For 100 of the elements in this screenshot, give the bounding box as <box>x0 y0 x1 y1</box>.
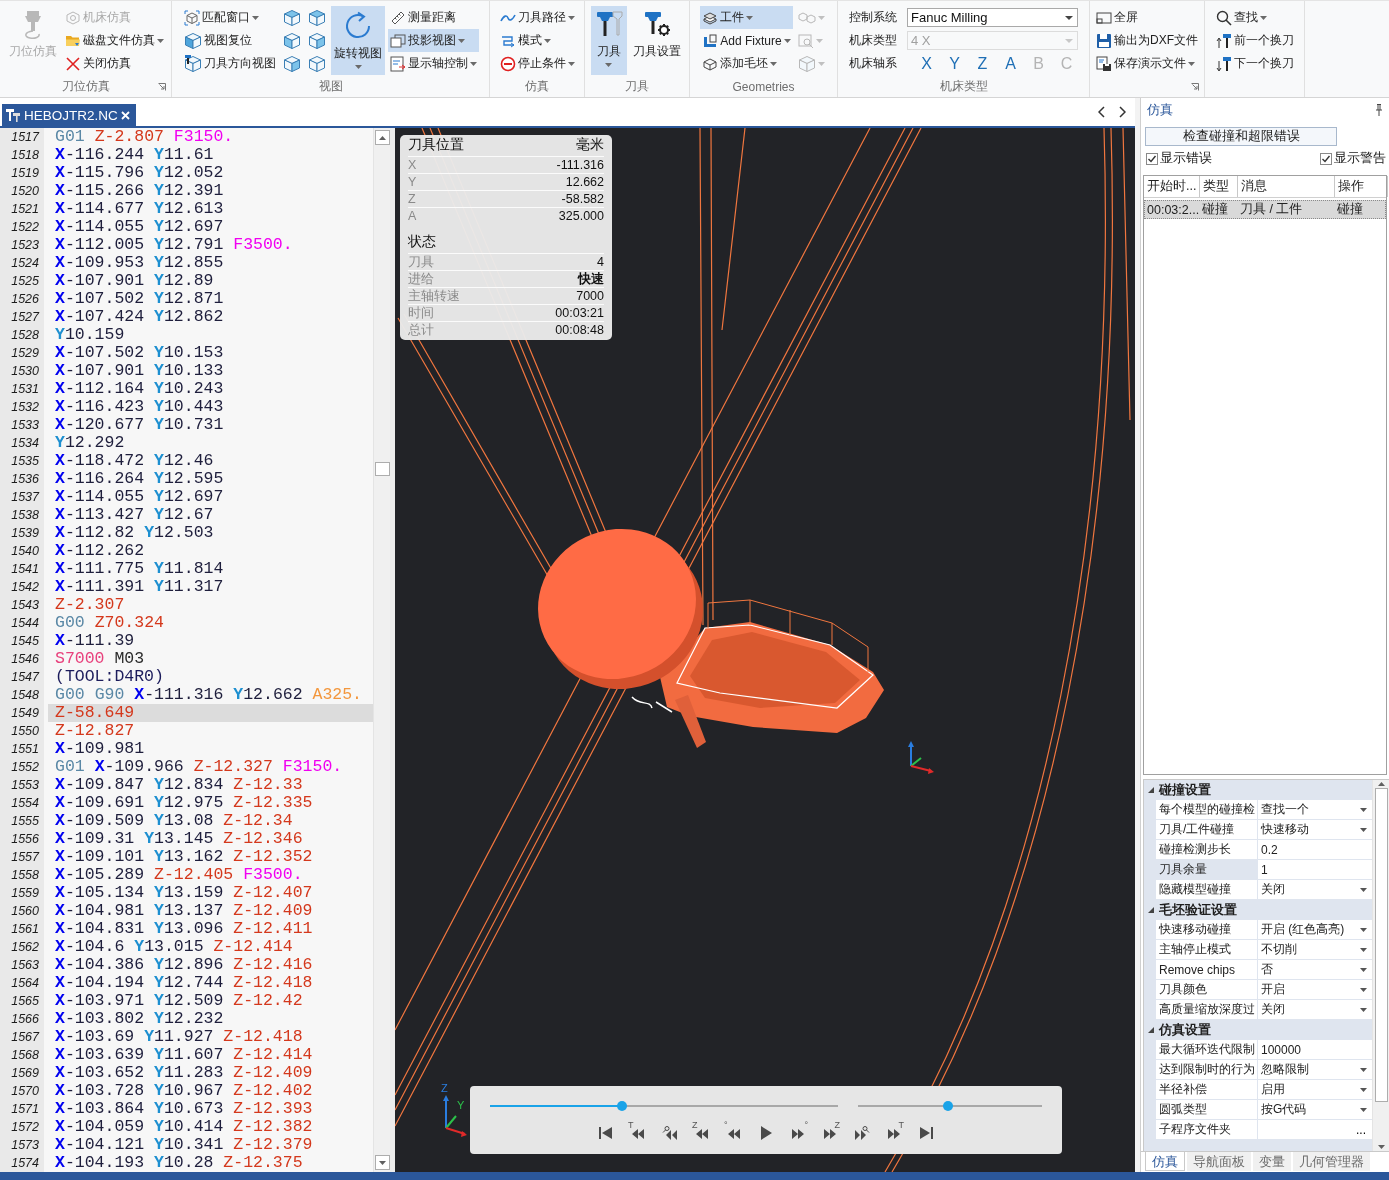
scrollbar[interactable] <box>373 128 390 1172</box>
column-header[interactable]: 开始时... <box>1147 178 1197 195</box>
slider-thumb[interactable] <box>943 1101 954 1111</box>
ribbon-button[interactable]: Add Fixture <box>700 29 793 52</box>
panel-tab[interactable]: 仿真 <box>1145 1152 1185 1171</box>
property-name[interactable]: 高质量缩放深度过 <box>1156 1000 1258 1020</box>
chevron-right-icon[interactable] <box>1119 106 1126 118</box>
column-header[interactable]: 类型 <box>1203 178 1229 195</box>
checkbox[interactable] <box>1146 152 1158 165</box>
step-back-button[interactable]: Z <box>692 1123 712 1143</box>
ribbon-button[interactable]: 显示轴控制 <box>388 52 479 75</box>
step-forward-button[interactable]: T <box>884 1123 904 1143</box>
chevron-left-icon[interactable] <box>1098 106 1105 118</box>
close-icon[interactable] <box>120 110 130 120</box>
panel-tab[interactable]: 几何管理器 <box>1293 1152 1370 1171</box>
property-name[interactable]: 碰撞检测步长 <box>1156 840 1258 860</box>
ribbon-button[interactable]: 磁盘文件仿真 <box>62 29 166 52</box>
property-name[interactable]: 快速移动碰撞 <box>1156 920 1258 940</box>
step-forward-button[interactable] <box>852 1123 872 1143</box>
pin-icon[interactable] <box>1375 104 1383 116</box>
property-name[interactable]: 圆弧类型 <box>1156 1100 1258 1120</box>
property-value[interactable]: 100000 <box>1258 1040 1372 1060</box>
scrollbar-thumb[interactable] <box>1374 788 1388 1102</box>
step-forward-button[interactable]: ° <box>788 1123 808 1143</box>
property-value[interactable]: 关闭 <box>1258 880 1372 900</box>
axis-toggle[interactable]: A <box>1003 53 1018 74</box>
panel-tab[interactable]: 导航面板 <box>1187 1152 1251 1171</box>
ribbon-button[interactable]: 全屏 <box>1094 6 1200 29</box>
property-value[interactable]: 开启 <box>1258 980 1372 1000</box>
dialog-launcher-icon[interactable] <box>158 83 166 91</box>
scrollbar-thumb[interactable] <box>374 462 390 476</box>
property-value[interactable]: 查找一个 <box>1258 800 1372 820</box>
checkbox[interactable] <box>1320 152 1332 165</box>
speed-slider[interactable] <box>858 1100 1042 1112</box>
property-name[interactable]: 最大循环迭代限制 <box>1156 1040 1258 1060</box>
ribbon-button[interactable]: 保存演示文件 <box>1094 52 1200 75</box>
slider-thumb[interactable] <box>617 1101 628 1111</box>
property-value[interactable]: 开启 (红色高亮) <box>1258 920 1372 940</box>
step-back-button[interactable]: T <box>628 1123 648 1143</box>
category-label[interactable]: 碰撞设置 <box>1159 781 1211 799</box>
axis-toggle[interactable]: X <box>919 53 934 74</box>
ribbon-button[interactable]: 刀具 <box>590 6 627 75</box>
property-value[interactable]: 按G代码 <box>1258 1100 1372 1120</box>
ribbon-button[interactable]: 下一个换刀 <box>1213 52 1296 75</box>
property-name[interactable]: Remove chips <box>1156 960 1258 980</box>
ribbon-button[interactable]: 查找 <box>1213 6 1296 29</box>
dialog-launcher-icon[interactable] <box>1191 83 1199 91</box>
ribbon-button[interactable]: 测量距离 <box>388 6 479 29</box>
collapse-triangle-icon[interactable] <box>1147 906 1155 914</box>
ribbon-button[interactable]: 刀具方向视图 <box>182 52 278 75</box>
property-value[interactable]: 0.2 <box>1258 840 1372 860</box>
property-name[interactable]: 每个模型的碰撞检 <box>1156 800 1258 820</box>
property-name[interactable]: 刀具颜色 <box>1156 980 1258 1000</box>
ribbon-button[interactable]: 前一个换刀 <box>1213 29 1296 52</box>
property-name[interactable]: 隐藏模型碰撞 <box>1156 880 1258 900</box>
ribbon-button[interactable]: 输出为DXF文件 <box>1094 29 1200 52</box>
property-value[interactable]: 否 <box>1258 960 1372 980</box>
scrollbar[interactable] <box>1372 780 1389 1151</box>
property-name[interactable]: 刀具/工件碰撞 <box>1156 820 1258 840</box>
ribbon-button[interactable]: 视图复位 <box>182 29 278 52</box>
ribbon-button[interactable]: 模式 <box>497 29 577 52</box>
skip-start-icon <box>599 1126 613 1140</box>
ribbon-button[interactable]: 工件 <box>700 6 793 29</box>
property-name[interactable]: 子程序文件夹 <box>1156 1120 1258 1140</box>
ribbon-button[interactable]: 添加毛坯 <box>700 52 793 75</box>
ribbon-button[interactable]: 停止条件 <box>497 52 577 75</box>
dropdown-field[interactable]: Fanuc Milling <box>907 8 1078 27</box>
ribbon-button[interactable]: 投影视图 <box>388 29 479 52</box>
browse-button[interactable]: ... <box>1355 1123 1367 1136</box>
property-value[interactable]: 关闭 <box>1258 1000 1372 1020</box>
ribbon-button[interactable]: 旋转视图 <box>331 6 385 75</box>
property-name[interactable]: 达到限制时的行为 <box>1156 1060 1258 1080</box>
property-value[interactable]: 不切削 <box>1258 940 1372 960</box>
ribbon-button[interactable]: 刀具路径 <box>497 6 577 29</box>
progress-slider[interactable] <box>490 1100 838 1112</box>
property-name[interactable]: 半径补偿 <box>1156 1080 1258 1100</box>
property-value[interactable]: 启用 <box>1258 1080 1372 1100</box>
axis-label: Y <box>457 1099 465 1111</box>
axis-toggle[interactable]: Z <box>975 53 990 74</box>
category-label[interactable]: 毛坯验证设置 <box>1159 901 1237 919</box>
collapse-triangle-icon[interactable] <box>1147 786 1155 794</box>
panel-tab[interactable]: 变量 <box>1253 1152 1291 1171</box>
property-value[interactable]: 快速移动 <box>1258 820 1372 840</box>
document-tab[interactable]: HEBOJTR2.NC <box>2 104 136 126</box>
column-header[interactable]: 操作 <box>1338 178 1364 195</box>
property-value[interactable]: 1 <box>1258 860 1372 880</box>
ribbon-button[interactable]: 关闭仿真 <box>62 52 166 75</box>
step-forward-button[interactable]: Z <box>820 1123 840 1143</box>
table-row[interactable]: 00:03:2... 碰撞 刀具 / 工件 碰撞 <box>1144 200 1386 219</box>
ribbon-button[interactable]: 刀具设置 <box>629 6 684 75</box>
axis-toggle[interactable]: Y <box>947 53 962 74</box>
check-collisions-button[interactable]: 检查碰撞和超限错误 <box>1145 127 1337 146</box>
column-header[interactable]: 消息 <box>1241 178 1267 195</box>
collapse-triangle-icon[interactable] <box>1147 1026 1155 1034</box>
property-value[interactable]: 忽略限制 <box>1258 1060 1372 1080</box>
category-label[interactable]: 仿真设置 <box>1159 1021 1211 1039</box>
property-name[interactable]: 主轴停止模式 <box>1156 940 1258 960</box>
step-back-button[interactable]: ° <box>724 1123 744 1143</box>
ribbon-button[interactable]: 匹配窗口 <box>182 6 278 29</box>
viewport-canvas[interactable]: 刀具位置 毫米 X -111.316 Y 12.662 Z -58.582 A 325.000 状态 刀具 4 进给 快速 主轴转速 7000 时间 00:03:21 总计 00:08:48 Z Y T Z ° ° Z T <box>395 128 1135 1172</box>
